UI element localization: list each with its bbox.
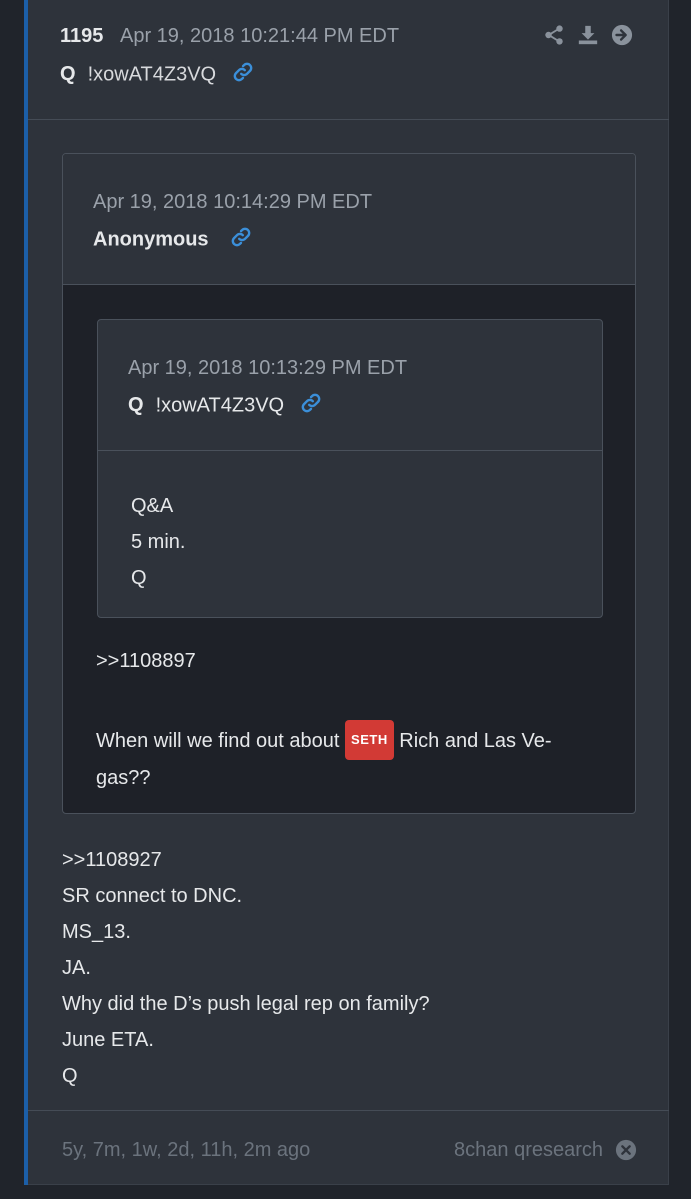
author-name: Q (128, 394, 144, 417)
quoted-post-header: Apr 19, 2018 10:14:29 PM EDT Anonymous (63, 154, 635, 285)
post-author: Q !xowAT4Z3VQ (60, 61, 254, 89)
body-line: JA. (62, 957, 91, 979)
post-reference-link[interactable]: >>1108927 (62, 842, 430, 878)
body-line: Why did the D’s push legal rep on family… (62, 993, 430, 1015)
body-line: Q (62, 1065, 78, 1087)
quoted-post-q: Apr 19, 2018 10:13:29 PM EDT Q !xowAT4Z3V… (97, 319, 603, 618)
quoted-post-author: Q !xowAT4Z3VQ (128, 392, 322, 420)
link-icon[interactable] (230, 226, 252, 254)
link-icon[interactable] (232, 61, 254, 89)
quoted-post-body: Q&A 5 min. Q (131, 488, 185, 596)
time-ago: 5y, 7m, 1w, 2d, 11h, 2m ago (62, 1139, 311, 1161)
tripcode: !xowAT4Z3VQ (87, 63, 217, 86)
share-icon[interactable] (543, 24, 565, 46)
post-reference-link[interactable]: >>1108897 (96, 650, 196, 673)
link-icon[interactable] (300, 392, 322, 420)
close-circle-icon[interactable] (615, 1139, 637, 1161)
body-line: SR connect to DNC. (62, 885, 243, 907)
quoted-post-anonymous: Apr 19, 2018 10:14:29 PM EDT Anonymous A… (62, 153, 636, 814)
post-date: Apr 19, 2018 10:21:44 PM EDT (120, 25, 400, 47)
author-name: Anonymous (93, 228, 209, 251)
quoted-post-date: Apr 19, 2018 10:13:29 PM EDT (128, 357, 408, 379)
post-actions (543, 24, 633, 46)
post-number[interactable]: 1195 (60, 25, 103, 48)
quoted-post-text: When will we find out about SETH Rich an… (96, 720, 606, 796)
body-line: Q (131, 567, 147, 589)
download-icon[interactable] (577, 24, 599, 46)
body-line: June ETA. (62, 1029, 154, 1051)
arrow-right-circle-icon[interactable] (611, 24, 633, 46)
quoted-post-date: Apr 19, 2018 10:14:29 PM EDT (93, 191, 373, 213)
body-line: MS_13. (62, 921, 131, 943)
body-line: Q&A (131, 495, 174, 517)
tag-badge[interactable]: SETH (345, 720, 394, 760)
author-name: Q (60, 63, 76, 86)
quoted-post-header: Apr 19, 2018 10:13:29 PM EDT Q !xowAT4Z3V… (98, 320, 602, 451)
tripcode: !xowAT4Z3VQ (155, 394, 285, 417)
quoted-post-author: Anonymous (93, 226, 252, 254)
post-accent-bar (24, 0, 28, 1185)
body-line: 5 min. (131, 531, 186, 553)
post-header: 1195 Apr 19, 2018 10:21:44 PM EDT Q !xowA… (28, 0, 669, 120)
text-segment: When will we find out about (96, 730, 346, 752)
source-label[interactable]: 8chan qresearch (454, 1139, 603, 1162)
post-body: >>1108927 SR connect to DNC. MS_13. JA. … (62, 842, 430, 1094)
post-footer: 5y, 7m, 1w, 2d, 11h, 2m ago 8chan qresea… (28, 1110, 669, 1185)
